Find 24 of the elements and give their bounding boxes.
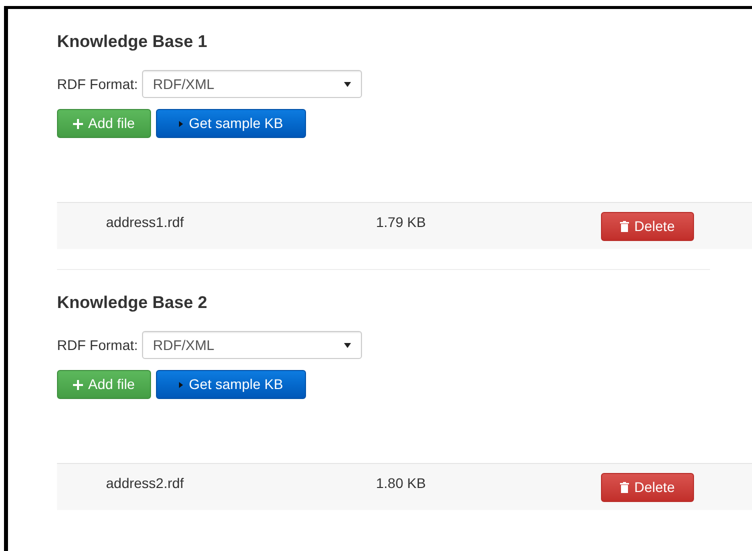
file-size: 1.79 KB [376, 213, 427, 232]
play-icon [178, 120, 183, 126]
format-label: RDF Format: [57, 336, 138, 354]
plus-icon [73, 118, 84, 128]
play-icon [178, 382, 183, 388]
file-size: 1.80 KB [376, 474, 427, 493]
delete-button[interactable]: Delete [601, 473, 694, 502]
file-name: address2.rdf [106, 474, 185, 493]
sample-kb-button[interactable]: Get sample KB [156, 370, 306, 399]
dropdown-caret-icon [344, 342, 351, 348]
trash-icon [620, 482, 630, 493]
add-file-button[interactable]: Add file [57, 370, 151, 399]
section-heading: Knowledge Base 2 [57, 292, 208, 314]
trash-icon [620, 221, 630, 232]
add-file-button[interactable]: Add file [57, 109, 151, 138]
section-heading: Knowledge Base 1 [57, 31, 208, 53]
file-name: address1.rdf [106, 213, 185, 232]
sample-kb-button[interactable]: Get sample KB [156, 109, 306, 138]
format-select[interactable]: RDF/XML [142, 331, 362, 359]
format-label: RDF Format: [57, 74, 138, 94]
plus-icon [73, 380, 84, 390]
dropdown-caret-icon [344, 82, 351, 86]
delete-button[interactable]: Delete [601, 212, 694, 241]
format-select[interactable]: RDF/XML [142, 70, 362, 98]
